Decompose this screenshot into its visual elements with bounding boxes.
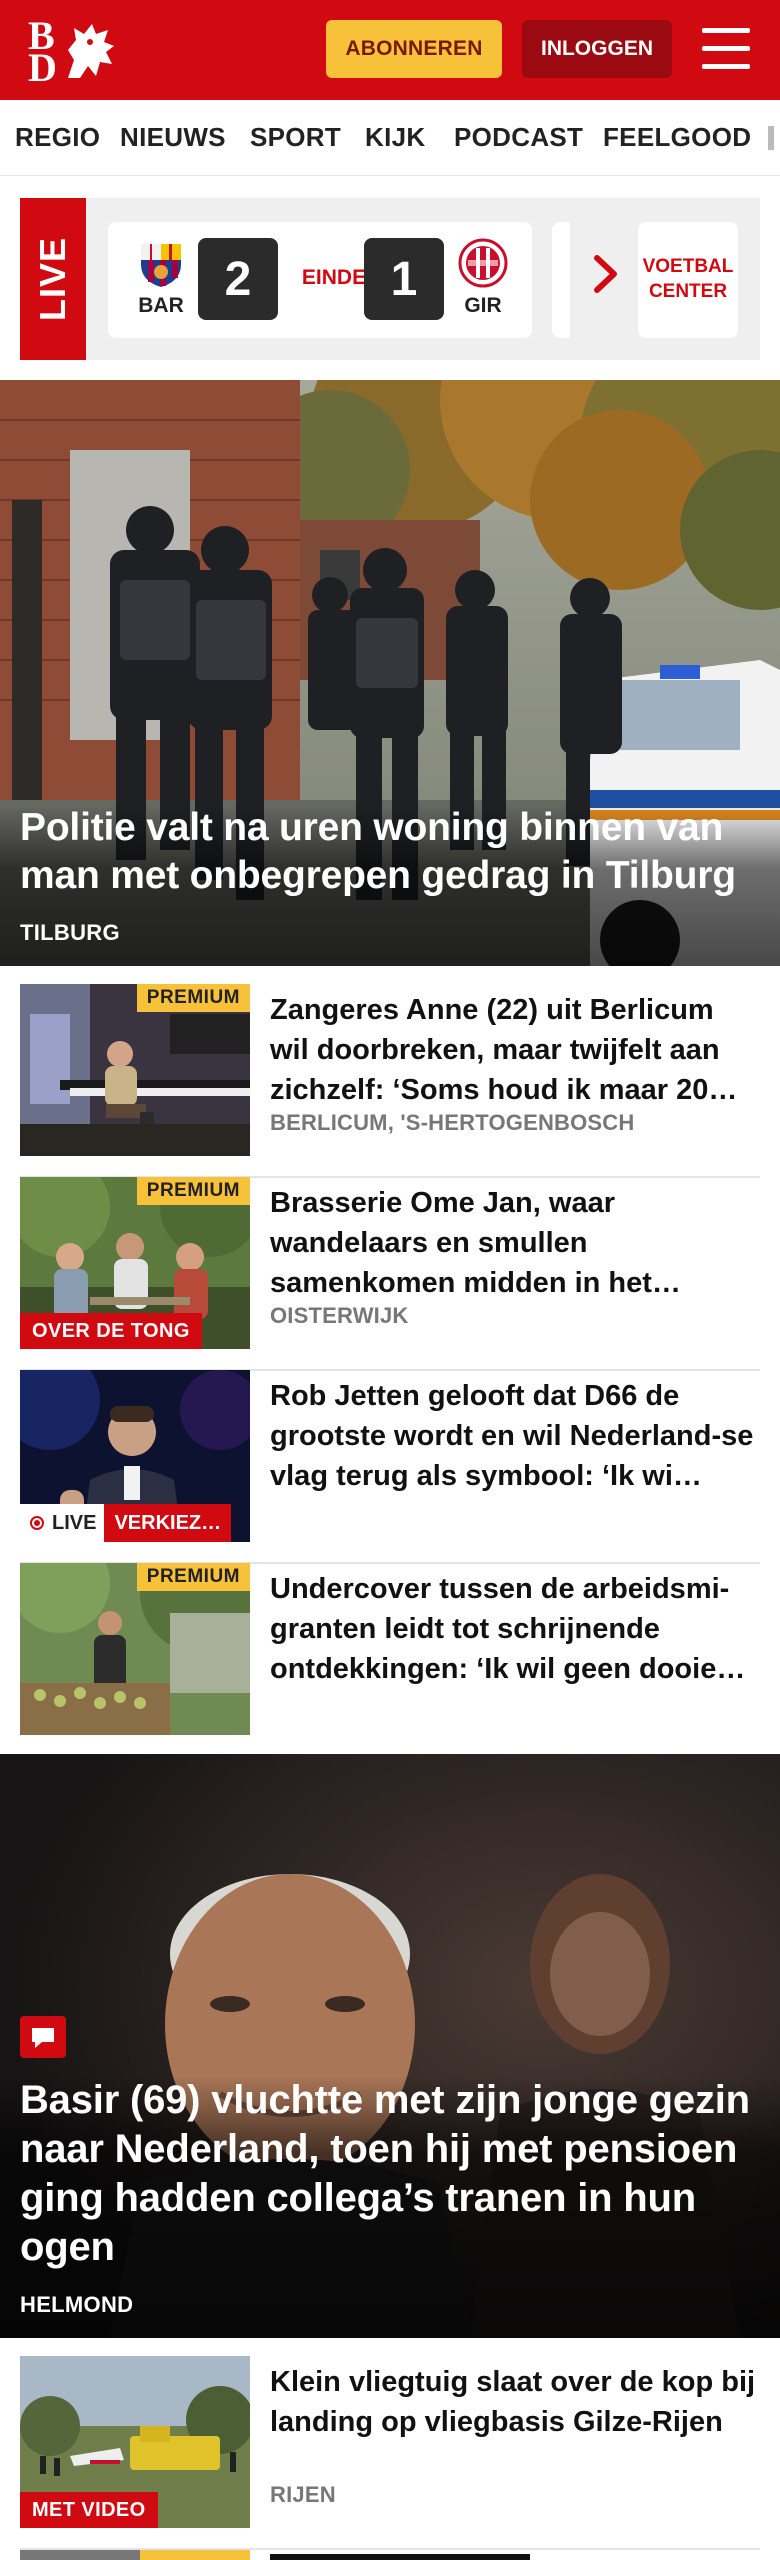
article-location: OISTERWIJK [270,1303,409,1328]
bd-logo[interactable]: B D [26,14,126,90]
list-item[interactable]: PREMIUM Zangeres Anne (22) uit Berlicum … [20,984,760,1178]
next-article-thumbnail [20,2550,250,2560]
section-tag[interactable]: VERKIEZ… [104,1504,232,1542]
article-location: RIJEN [270,2482,336,2507]
section-tag[interactable]: OVER DE TONG [20,1313,202,1349]
live-text: LIVE [52,1512,97,1534]
live-dot-icon [30,1516,44,1530]
list-item[interactable]: PREMIUM Undercover tussen de arbeidsmi-g… [20,1563,760,1757]
hero-location: TILBURG [20,920,120,945]
away-team-name: GIR [464,294,502,317]
premium-badge: PREMIUM [136,984,250,1012]
away-score: 1 [364,238,444,320]
hero-location: HELMOND [20,2292,134,2317]
nav-item-kijk[interactable]: KIJK [365,122,425,153]
article-title[interactable]: Klein vliegtuig slaat over de kop bij la… [270,2362,760,2482]
nav-item-nieuws[interactable]: NIEUWS [120,122,226,153]
subscribe-button[interactable]: ABONNEREN [326,20,502,78]
section-nav: REGIO NIEUWS SPORT KIJK PODCAST FEELGOOD [0,100,780,176]
comment-icon [20,2016,66,2058]
home-score: 2 [198,238,278,320]
article-thumbnail: LIVE VERKIEZ… [20,1370,250,1542]
logo-letter-d: D [28,45,57,90]
hero-title[interactable]: Politie valt na uren woning binnen van m… [20,804,760,900]
nav-overflow-hint [768,126,774,150]
list-item[interactable]: MET VIDEO Klein vliegtuig slaat over de … [20,2356,760,2550]
login-button[interactable]: INLOGGEN [522,20,672,78]
live-scoreboard: LIVE BAR 2 EINDE 1 GIR VOETBAL CENTER [20,198,760,360]
next-article-title [270,2546,570,2560]
live-tag: LIVE [20,198,86,360]
barcelona-crest-icon [141,244,181,287]
site-header: B D ABONNEREN INLOGGEN [0,0,780,100]
nav-item-sport[interactable]: SPORT [250,122,341,153]
home-team-name: BAR [138,294,184,317]
chevron-right-icon[interactable] [592,254,620,294]
article-thumbnail: MET VIDEO [20,2356,250,2528]
article-title[interactable]: Rob Jetten gelooft dat D66 de grootste w… [270,1376,760,1496]
nav-item-regio[interactable]: REGIO [15,122,100,153]
match-card[interactable]: BAR 2 EINDE 1 GIR [108,222,532,338]
next-match-card[interactable] [552,222,570,338]
hamburger-menu-icon[interactable] [700,26,752,72]
article-location: BERLICUM, 'S-HERTOGENBOSCH [270,1110,635,1135]
article-title[interactable]: Undercover tussen de arbeidsmi-granten l… [270,1569,760,1689]
girona-crest-icon [458,238,508,288]
premium-badge: PREMIUM [136,1563,250,1591]
hero-text: Basir (69) vluchtte met zijn jonge gezin… [0,2076,780,2338]
match-status: EINDE [301,266,367,289]
nav-item-feelgood[interactable]: FEELGOOD [603,122,751,153]
live-badge: LIVE VERKIEZ… [20,1504,232,1542]
hero-text: Politie valt na uren woning binnen van m… [0,804,780,966]
live-label: LIVE [32,236,73,322]
article-thumbnail: PREMIUM [20,984,250,1156]
voetbal-center-line1: VOETBAL [642,256,734,278]
voetbal-center-line2: CENTER [648,281,728,302]
article-title[interactable]: Zangeres Anne (22) uit Berlicum wil door… [270,990,760,1110]
section-tag[interactable]: MET VIDEO [20,2492,158,2528]
voetbal-center-link[interactable]: VOETBAL CENTER [638,222,738,338]
article-title[interactable]: Brasserie Ome Jan, waar wandelaars en sm… [270,1183,760,1303]
hero-article-police[interactable]: Politie valt na uren woning binnen van m… [0,380,780,966]
article-thumbnail: PREMIUM [20,1563,250,1735]
list-item[interactable]: LIVE VERKIEZ… Rob Jetten gelooft dat D66… [20,1370,760,1564]
hero-title[interactable]: Basir (69) vluchtte met zijn jonge gezin… [20,2076,760,2272]
hero-article-basir[interactable]: Basir (69) vluchtte met zijn jonge gezin… [0,1754,780,2338]
premium-badge [140,2550,250,2560]
nav-item-podcast[interactable]: PODCAST [454,122,583,153]
list-item[interactable]: PREMIUM OVER DE TONG Brasserie Ome Jan, … [20,1177,760,1371]
lion-icon [68,24,114,78]
article-thumbnail: PREMIUM OVER DE TONG [20,1177,250,1349]
live-badge-label: LIVE [20,1504,105,1542]
premium-badge: PREMIUM [136,1177,250,1205]
